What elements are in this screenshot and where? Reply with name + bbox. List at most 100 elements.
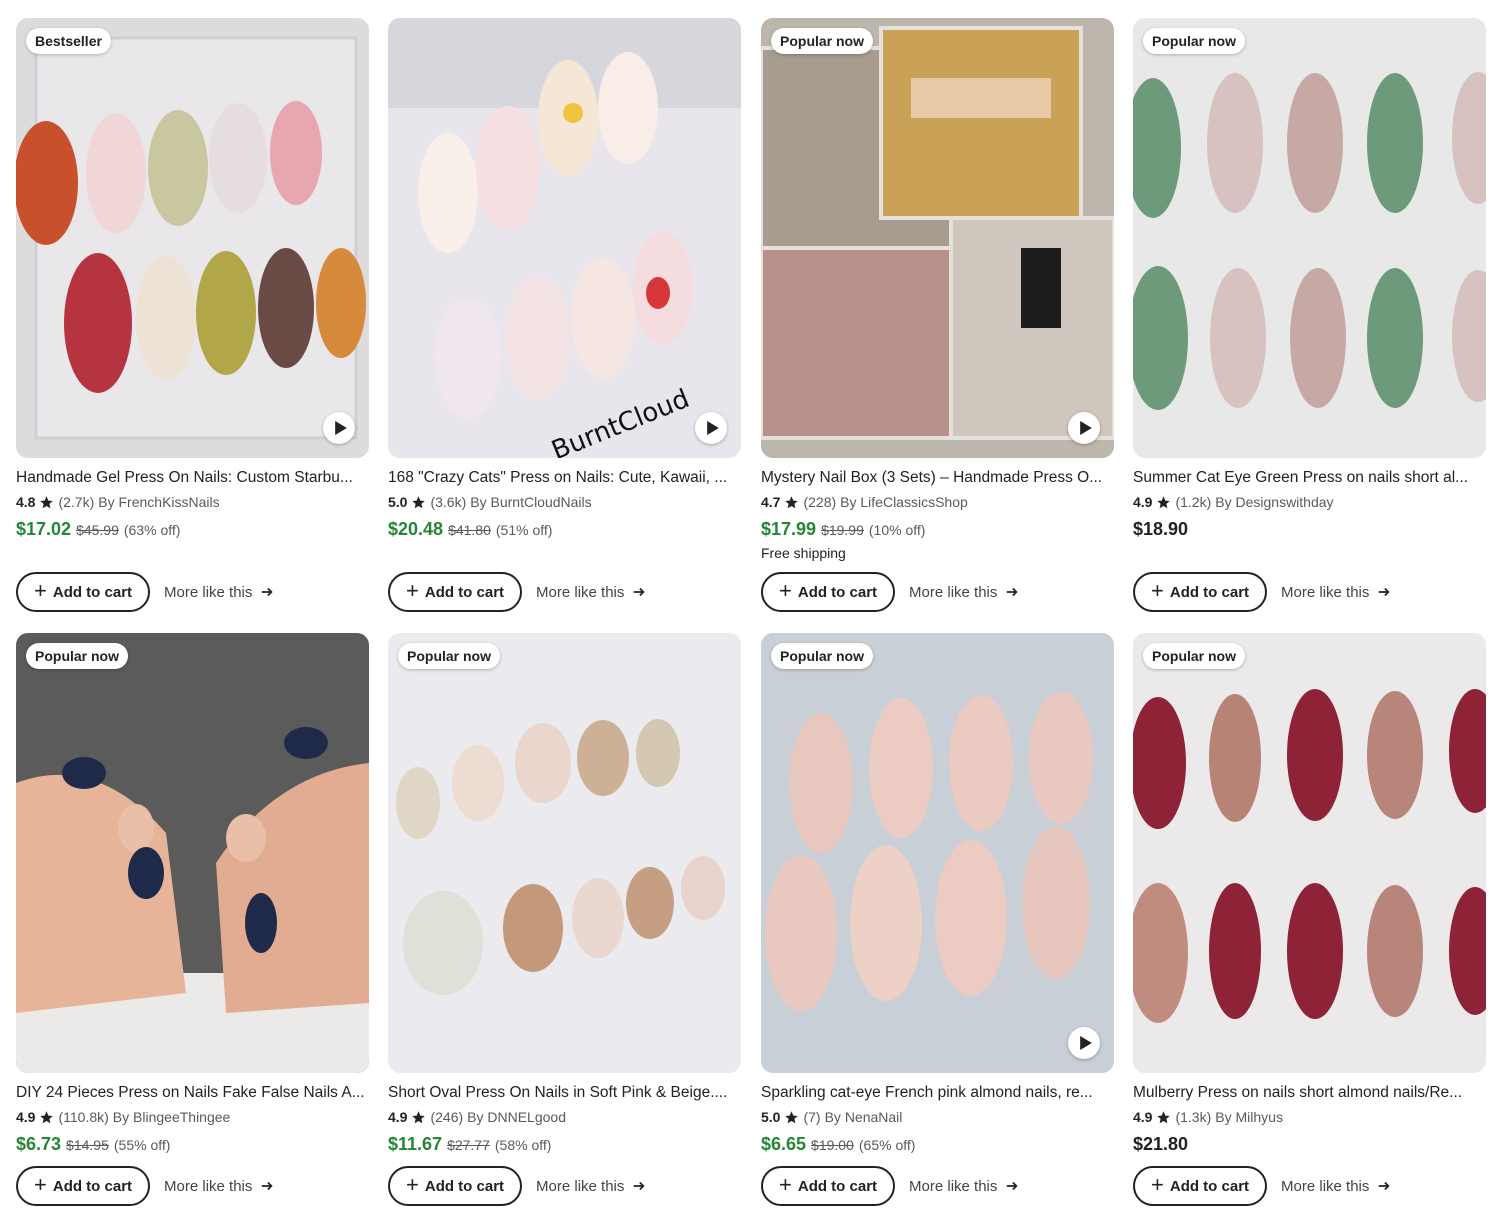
arrow-right-icon: [1379, 1181, 1391, 1191]
listing-image[interactable]: Bestseller: [16, 18, 369, 458]
more-like-this-link[interactable]: More like this: [1281, 584, 1391, 601]
price: $18.90: [1133, 519, 1189, 539]
listing-badge: Popular now: [1143, 643, 1245, 669]
listing-title[interactable]: Mulberry Press on nails short almond nai…: [1133, 1083, 1486, 1103]
more-like-this-link[interactable]: More like this: [1281, 1178, 1391, 1195]
listing-rating: 4.9 (110.8k) By BlingeeThingee: [16, 1108, 369, 1126]
listing-badge: Popular now: [771, 643, 873, 669]
listing-title[interactable]: 168 "Crazy Cats" Press on Nails: Cute, K…: [388, 468, 741, 488]
original-price: $27.77: [447, 1137, 490, 1153]
rating-score: 4.7: [761, 494, 781, 510]
listing-rating: 4.9 (246) By DNNELgood: [388, 1108, 741, 1126]
price: $21.80: [1133, 1134, 1189, 1154]
sale-price: $11.67: [388, 1134, 443, 1154]
rating-score: 5.0: [761, 1109, 781, 1125]
original-price: $14.95: [66, 1137, 109, 1153]
add-to-cart-label: Add to cart: [1169, 1177, 1250, 1195]
arrow-right-icon: [262, 1181, 274, 1191]
play-video-icon[interactable]: [323, 412, 355, 444]
original-price: $19.99: [821, 522, 864, 538]
plus-icon: +: [406, 578, 419, 603]
listing-title[interactable]: Mystery Nail Box (3 Sets) – Handmade Pre…: [761, 468, 1114, 488]
add-to-cart-label: Add to cart: [1169, 583, 1250, 601]
listing-image[interactable]: Popular now: [16, 633, 369, 1073]
add-to-cart-label: Add to cart: [52, 1177, 133, 1195]
more-like-this-link[interactable]: More like this: [909, 584, 1019, 601]
add-to-cart-button[interactable]: + Add to cart: [16, 572, 151, 612]
rating-score: 4.9: [1133, 1109, 1153, 1125]
add-to-cart-button[interactable]: + Add to cart: [388, 1166, 523, 1206]
card-actions: + Add to cart More like this: [1133, 1166, 1391, 1206]
listing-title[interactable]: Short Oval Press On Nails in Soft Pink &…: [388, 1083, 741, 1103]
listing-card[interactable]: BurntCloud 168 "Crazy Cats" Press on Nai…: [388, 18, 741, 612]
price-row: $6.65 $19.00 (65% off): [761, 1134, 1114, 1155]
listing-title[interactable]: Sparkling cat-eye French pink almond nai…: [761, 1083, 1114, 1103]
shop-name[interactable]: By FrenchKissNails: [98, 493, 219, 511]
sale-price: $17.02: [16, 519, 72, 539]
add-to-cart-button[interactable]: + Add to cart: [1133, 1166, 1268, 1206]
listing-image[interactable]: Popular now: [1133, 18, 1486, 458]
star-icon: [1157, 495, 1171, 508]
add-to-cart-label: Add to cart: [52, 583, 133, 601]
price-row: $20.48 $41.80 (51% off): [388, 519, 741, 540]
plus-icon: +: [406, 1172, 419, 1197]
listing-image[interactable]: Popular now: [761, 633, 1114, 1073]
star-icon: [1157, 1110, 1171, 1123]
shop-name[interactable]: By Milhyus: [1215, 1108, 1283, 1126]
play-video-icon[interactable]: [695, 412, 727, 444]
arrow-right-icon: [1007, 587, 1019, 597]
listing-grid: Bestseller Handmade Gel Press On Nails: …: [0, 0, 1500, 1220]
shop-name[interactable]: By NenaNail: [825, 1108, 903, 1126]
listing-title[interactable]: Handmade Gel Press On Nails: Custom Star…: [16, 468, 369, 488]
listing-card[interactable]: Popular now Summer Cat Eye Green Press o…: [1133, 18, 1486, 612]
more-like-this-link[interactable]: More like this: [536, 584, 646, 601]
plus-icon: +: [34, 1172, 47, 1197]
more-like-this-label: More like this: [164, 1177, 253, 1195]
listing-card[interactable]: Bestseller Handmade Gel Press On Nails: …: [16, 18, 369, 612]
listing-card[interactable]: Popular now Short Oval Press On Nails in…: [388, 633, 741, 1206]
more-like-this-link[interactable]: More like this: [164, 1178, 274, 1195]
plus-icon: +: [779, 1172, 792, 1197]
more-like-this-link[interactable]: More like this: [536, 1178, 646, 1195]
listing-card[interactable]: Popular now Sparkling cat-eye French pin…: [761, 633, 1114, 1206]
add-to-cart-label: Add to cart: [797, 583, 878, 601]
listing-badge: Popular now: [398, 643, 500, 669]
listing-badge: Popular now: [771, 28, 873, 54]
nail-photo-image: [388, 633, 741, 1073]
rating-score: 5.0: [388, 494, 408, 510]
shop-name[interactable]: By DNNELgood: [467, 1108, 566, 1126]
listing-title[interactable]: Summer Cat Eye Green Press on nails shor…: [1133, 468, 1486, 488]
card-actions: + Add to cart More like this: [1133, 572, 1391, 612]
play-video-icon[interactable]: [1068, 1027, 1100, 1059]
add-to-cart-button[interactable]: + Add to cart: [388, 572, 523, 612]
add-to-cart-button[interactable]: + Add to cart: [761, 572, 896, 612]
more-like-this-label: More like this: [536, 1177, 625, 1195]
shop-name[interactable]: By BurntCloudNails: [470, 493, 591, 511]
listing-image[interactable]: Popular now: [1133, 633, 1486, 1073]
add-to-cart-button[interactable]: + Add to cart: [1133, 572, 1268, 612]
review-count: (110.8k): [58, 1109, 109, 1125]
nail-photo-image: [16, 18, 369, 458]
plus-icon: +: [779, 578, 792, 603]
shop-name[interactable]: By BlingeeThingee: [113, 1108, 231, 1126]
more-like-this-label: More like this: [909, 583, 998, 601]
review-count: (7): [803, 1109, 821, 1125]
listing-image[interactable]: BurntCloud: [388, 18, 741, 458]
play-video-icon[interactable]: [1068, 412, 1100, 444]
shop-name[interactable]: By Designswithday: [1215, 493, 1333, 511]
rating-score: 4.9: [16, 1109, 36, 1125]
nail-photo-image: [1133, 18, 1486, 458]
listing-card[interactable]: Popular now Mulberry Press on nails shor…: [1133, 633, 1486, 1206]
more-like-this-link[interactable]: More like this: [164, 584, 274, 601]
listing-title[interactable]: DIY 24 Pieces Press on Nails Fake False …: [16, 1083, 369, 1103]
listing-card[interactable]: Popular now Mystery Nail Box (3 Sets) – …: [761, 18, 1114, 612]
listing-image[interactable]: Popular now: [761, 18, 1114, 458]
listing-card[interactable]: Popular now DIY 24 Pieces Press on Nails…: [16, 633, 369, 1206]
shop-name[interactable]: By LifeClassicsShop: [840, 493, 968, 511]
add-to-cart-button[interactable]: + Add to cart: [761, 1166, 896, 1206]
listing-image[interactable]: Popular now: [388, 633, 741, 1073]
nail-photo-image: [1133, 633, 1486, 1073]
add-to-cart-button[interactable]: + Add to cart: [16, 1166, 151, 1206]
more-like-this-link[interactable]: More like this: [909, 1178, 1019, 1195]
shipping-label: Free shipping: [761, 545, 846, 561]
